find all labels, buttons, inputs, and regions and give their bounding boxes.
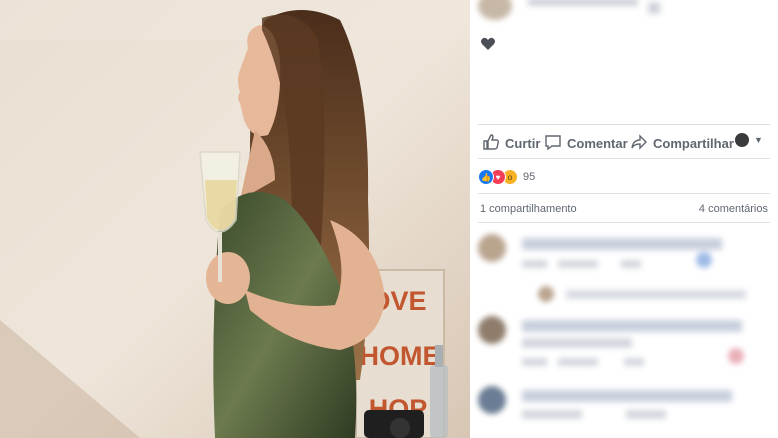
post-photo[interactable]: OVE HOME HOP xyxy=(0,0,470,438)
stats-divider xyxy=(478,193,770,194)
profile-icon xyxy=(735,133,749,147)
comment-item xyxy=(476,382,776,438)
comments-link[interactable]: 4 comentários xyxy=(699,203,768,215)
reaction-count: 95 xyxy=(523,171,536,183)
comment-label: Comentar xyxy=(567,136,628,151)
audience-selector[interactable]: ▼ xyxy=(735,133,763,147)
heart-icon xyxy=(480,36,496,57)
comment-button[interactable]: Comentar xyxy=(544,133,628,154)
photo-illustration: OVE HOME HOP xyxy=(0,0,470,438)
actions-divider-top xyxy=(478,124,770,125)
comment-item xyxy=(476,312,776,372)
comment-icon xyxy=(544,133,562,154)
share-icon xyxy=(630,133,648,154)
comment-item xyxy=(476,230,776,305)
reactions-summary[interactable]: 👍 ♥ o 95 xyxy=(478,169,535,185)
commenter-avatar[interactable] xyxy=(478,386,506,414)
share-button[interactable]: Compartilhar xyxy=(630,133,734,154)
like-label: Curtir xyxy=(505,136,541,151)
author-avatar[interactable] xyxy=(478,0,512,20)
like-reaction-icon: 👍 xyxy=(478,169,494,185)
thumbs-up-icon xyxy=(482,133,500,154)
post-side-panel: Curtir Comentar Compartilhar ▼ 👍 ♥ o 95 … xyxy=(470,0,778,438)
post-header xyxy=(478,0,678,22)
comments-divider xyxy=(478,222,770,223)
actions-divider-bottom xyxy=(478,158,770,159)
like-button[interactable]: Curtir xyxy=(482,133,540,154)
shares-link[interactable]: 1 compartilhamento xyxy=(480,203,577,215)
chevron-down-icon: ▼ xyxy=(754,135,763,145)
sign-line-2: HOME xyxy=(360,341,441,371)
commenter-avatar[interactable] xyxy=(478,316,506,344)
comments-list xyxy=(470,224,778,438)
share-label: Compartilhar xyxy=(653,136,734,151)
commenter-avatar[interactable] xyxy=(478,234,506,262)
